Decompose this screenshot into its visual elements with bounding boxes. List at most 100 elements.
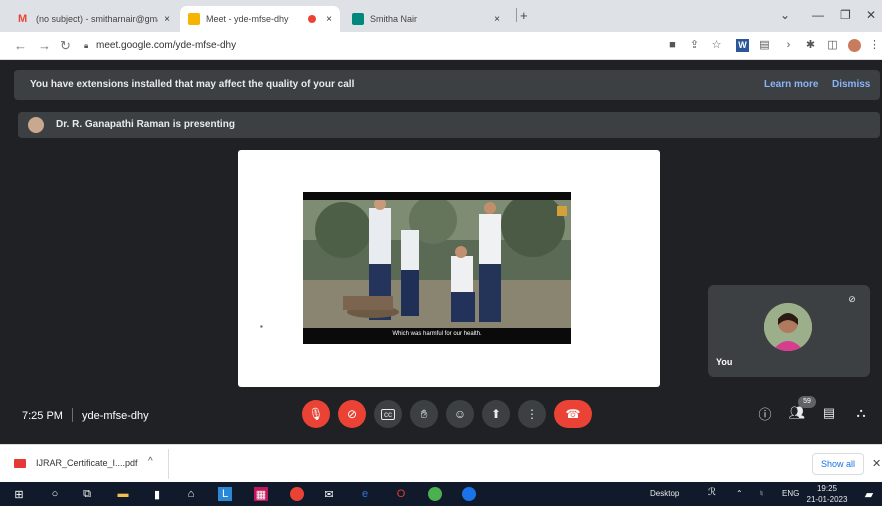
- presenter-text: Dr. R. Ganapathi Raman is presenting: [56, 119, 235, 130]
- presenter-avatar: [28, 117, 44, 133]
- browser-tab-strip: M (no subject) - smitharnair@gma × Meet …: [0, 0, 882, 32]
- mic-off-button[interactable]: 🎙︎: [302, 400, 330, 428]
- more-vert-icon: ⋮: [526, 407, 538, 421]
- jamboard-icon: [352, 13, 364, 25]
- word-extension-icon[interactable]: W: [736, 39, 749, 52]
- self-video-tile: ⊘ You: [708, 285, 870, 377]
- zoom-icon[interactable]: [462, 487, 476, 501]
- people-icon[interactable]: ℛ: [708, 487, 716, 498]
- tab-divider: [516, 8, 517, 22]
- shared-screen: Which was harmful for our health. ▪: [238, 150, 660, 387]
- tab-title: (no subject) - smitharnair@gma: [36, 14, 159, 24]
- video-caption: Which was harmful for our health.: [392, 331, 482, 337]
- presenter-banner: Dr. R. Ganapathi Raman is presenting: [18, 112, 880, 138]
- forward-button[interactable]: →: [38, 38, 51, 53]
- edge-icon[interactable]: e: [358, 487, 372, 501]
- info-icon[interactable]: ⓘ: [756, 404, 774, 422]
- divider: [168, 449, 169, 479]
- chat-icon[interactable]: ▤: [820, 404, 838, 422]
- windows-taskbar: ⊞ ○ ⧉ ▬ ▮ ⌂ L ▦ ✉ e O Desktop ℛ ⌃ ♮ ENG …: [0, 482, 882, 506]
- gmail-icon: M: [18, 13, 28, 25]
- minimize-button[interactable]: —: [812, 8, 824, 22]
- video-scene: [303, 200, 571, 328]
- banner-text: You have extensions installed that may a…: [30, 79, 355, 90]
- close-icon[interactable]: ✕: [872, 457, 881, 470]
- app-l-icon[interactable]: L: [218, 487, 232, 501]
- avatar: [764, 303, 812, 351]
- extension-warning-banner: You have extensions installed that may a…: [14, 70, 880, 100]
- windows-start-icon[interactable]: ⊞: [12, 487, 26, 501]
- taskbar-clock[interactable]: 19:25 21-01-2023: [806, 483, 848, 505]
- address-bar[interactable]: meet.google.com/yde-mfse-dhy: [96, 40, 236, 51]
- document-icon[interactable]: ▮: [150, 487, 164, 501]
- dismiss-button[interactable]: Dismiss: [832, 79, 870, 90]
- tab-jamboard[interactable]: Smitha Nair ×: [344, 6, 508, 32]
- network-icon[interactable]: ♮: [760, 489, 763, 498]
- tab-meet[interactable]: Meet - yde-mfse-dhy ×: [180, 6, 340, 32]
- download-item[interactable]: IJRAR_Certificate_I....pdf: [36, 458, 138, 468]
- cursor-mark: ▪: [260, 322, 263, 331]
- meeting-time: 7:25 PM: [22, 410, 63, 422]
- file-explorer-icon[interactable]: ▬: [116, 487, 130, 501]
- chevron-up-icon[interactable]: ⌃: [736, 489, 743, 498]
- profile-avatar[interactable]: [848, 39, 861, 52]
- sidepanel-icon[interactable]: ◫: [826, 39, 839, 52]
- search-icon[interactable]: ○: [48, 487, 62, 501]
- taskbar-time: 19:25: [816, 484, 838, 493]
- camera-icon[interactable]: ■: [666, 39, 679, 52]
- learn-more-link[interactable]: Learn more: [764, 79, 818, 90]
- notification-icon[interactable]: ▰: [862, 487, 876, 501]
- app-icon[interactable]: ▦: [254, 487, 268, 501]
- participant-count-badge: 59: [798, 396, 816, 408]
- lock-icon[interactable]: 🔒︎: [84, 41, 88, 51]
- back-button[interactable]: ←: [14, 38, 27, 53]
- captions-button[interactable]: cc: [374, 400, 402, 428]
- more-options-button[interactable]: ⋮: [518, 400, 546, 428]
- downloads-bar: IJRAR_Certificate_I....pdf ^ Show all ✕: [0, 444, 882, 482]
- tab-title: Smitha Nair: [370, 14, 418, 24]
- leave-call-button[interactable]: ☎︎: [554, 400, 592, 428]
- pdf-icon: [14, 459, 26, 468]
- camera-off-button[interactable]: ⊘: [338, 400, 366, 428]
- extension-icon[interactable]: ▤: [758, 39, 771, 52]
- present-button[interactable]: ⬆: [482, 400, 510, 428]
- opera-icon[interactable]: O: [394, 487, 408, 501]
- present-icon: ⬆: [490, 407, 502, 421]
- mail-icon[interactable]: ✉: [322, 487, 336, 501]
- chrome-icon[interactable]: [290, 487, 304, 501]
- arrow-right-icon[interactable]: ›: [782, 39, 795, 52]
- store-icon[interactable]: ⌂: [184, 487, 198, 501]
- show-all-button[interactable]: Show all: [812, 453, 864, 475]
- close-window-button[interactable]: ✕: [866, 8, 876, 22]
- raise-hand-button[interactable]: ✋︎: [410, 400, 438, 428]
- captions-icon: cc: [381, 408, 395, 420]
- chrome-canary-icon[interactable]: [428, 487, 442, 501]
- tab-gmail[interactable]: M (no subject) - smitharnair@gma ×: [10, 6, 178, 32]
- close-icon[interactable]: ×: [326, 14, 332, 25]
- mic-off-icon: 🎙︎: [308, 407, 324, 421]
- close-icon[interactable]: ×: [494, 14, 500, 25]
- meeting-code: yde-mfse-dhy: [82, 410, 149, 422]
- more-vert-icon[interactable]: ⋮: [868, 39, 881, 52]
- task-view-icon[interactable]: ⧉: [80, 487, 94, 501]
- reload-button[interactable]: ↻: [60, 38, 71, 54]
- hand-icon: ✋︎: [420, 406, 428, 421]
- video-frame: Which was harmful for our health.: [303, 192, 571, 344]
- puzzle-icon[interactable]: ✱: [804, 39, 817, 52]
- emoji-button[interactable]: ☺: [446, 400, 474, 428]
- activities-icon[interactable]: ⛬: [852, 404, 870, 422]
- emoji-icon: ☺: [453, 407, 467, 421]
- bookmark-star-icon[interactable]: ☆: [710, 39, 723, 52]
- new-tab-button[interactable]: +: [520, 8, 528, 23]
- chevron-down-icon[interactable]: ⌄: [780, 8, 790, 22]
- chevron-up-icon[interactable]: ^: [148, 456, 153, 467]
- language-indicator[interactable]: ENG: [782, 489, 799, 498]
- share-icon[interactable]: ⇪: [688, 39, 701, 52]
- restore-button[interactable]: ❐: [840, 8, 851, 22]
- desktop-label[interactable]: Desktop: [650, 489, 679, 498]
- meet-icon: [188, 13, 200, 25]
- close-icon[interactable]: ×: [164, 14, 170, 25]
- hang-up-icon: ☎︎: [565, 407, 581, 421]
- self-name-label: You: [716, 357, 733, 367]
- recording-icon: [308, 15, 317, 23]
